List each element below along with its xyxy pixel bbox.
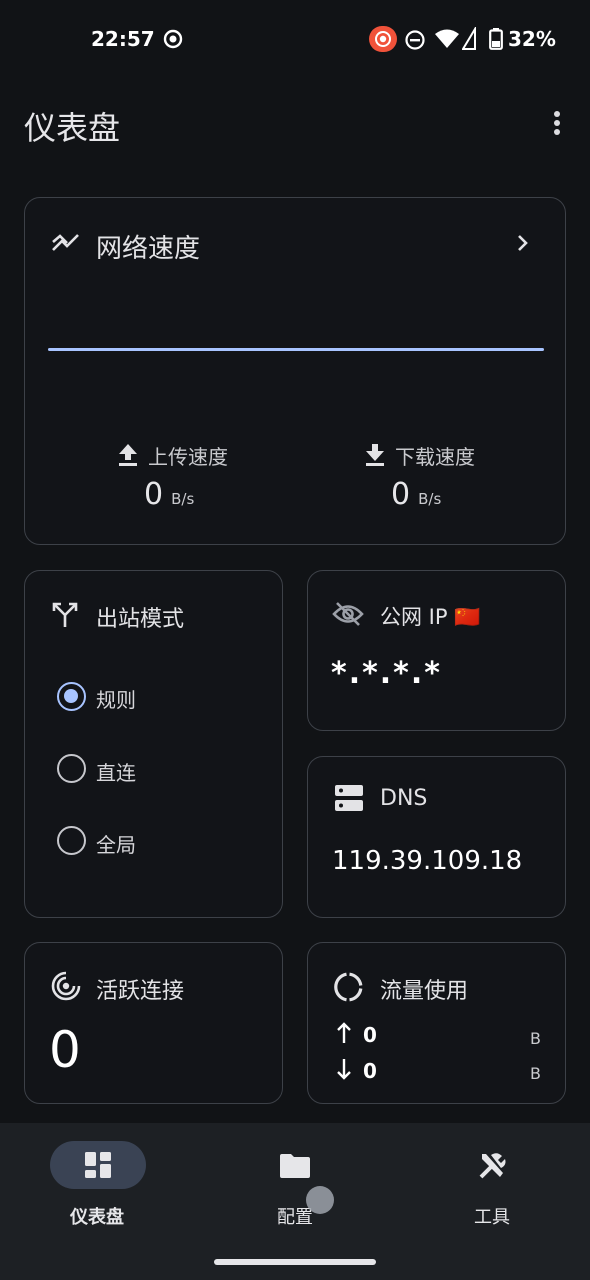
traffic-up-unit: B — [530, 1029, 541, 1048]
speed-chart-line — [48, 348, 544, 351]
nav-item-tools[interactable]: 工具 — [444, 1141, 540, 1241]
radio-direct[interactable] — [57, 754, 86, 783]
outbound-mode-card: 出站模式 规则 直连 全局 — [24, 570, 283, 918]
folder-icon — [280, 1154, 310, 1178]
tools-icon — [479, 1153, 506, 1179]
download-speed-label: 下载速度 — [395, 445, 475, 469]
status-time: 22:57 — [91, 27, 155, 51]
network-speed-title: 网络速度 — [96, 234, 201, 264]
radio-direct-label[interactable]: 直连 — [96, 757, 136, 786]
public-ip-value: *.*.*.* — [331, 656, 442, 691]
network-speed-card[interactable]: 网络速度 上传速度 0 B/s 下载速度 0 B/s — [24, 197, 566, 545]
traffic-title: 流量使用 — [380, 979, 469, 1004]
traffic-up-value: 0 — [363, 1023, 377, 1047]
active-connections-card[interactable]: 活跃连接 0 — [24, 942, 283, 1104]
radio-global[interactable] — [57, 826, 86, 855]
touch-indicator — [306, 1186, 334, 1214]
more-vert-icon[interactable] — [546, 108, 568, 138]
home-indicator[interactable] — [214, 1259, 376, 1265]
notification-circle-icon — [163, 29, 183, 49]
nav-label-dashboard: 仪表盘 — [70, 1207, 124, 1228]
public-ip-card[interactable]: 公网 IP 🇨🇳 *.*.*.* — [307, 570, 566, 731]
fork-icon — [52, 602, 78, 627]
nav-label-tools: 工具 — [474, 1207, 510, 1228]
traffic-down-value: 0 — [363, 1059, 377, 1083]
upload-icon — [119, 444, 137, 466]
signal-icon — [462, 27, 476, 50]
public-ip-title: 公网 IP 🇨🇳 — [380, 605, 481, 629]
radar-icon — [51, 971, 81, 1001]
trending-icon — [52, 234, 79, 251]
radio-rule-label[interactable]: 规则 — [96, 684, 136, 713]
dns-value: 119.39.109.18 — [332, 846, 523, 876]
dnd-icon — [405, 30, 425, 50]
dns-card: DNS 119.39.109.18 — [307, 756, 566, 918]
bottom-navigation: 仪表盘 配置 工具 — [0, 1123, 590, 1280]
active-connections-value: 0 — [49, 1021, 81, 1079]
wifi-icon — [435, 29, 459, 48]
radio-global-label[interactable]: 全局 — [96, 829, 136, 858]
arrow-up-icon — [337, 1022, 351, 1043]
page-title: 仪表盘 — [24, 109, 121, 147]
outbound-mode-title: 出站模式 — [96, 607, 185, 632]
upload-speed-label: 上传速度 — [148, 445, 228, 469]
donut-icon — [334, 972, 363, 1002]
flag-icon: 🇨🇳 — [454, 605, 481, 629]
dns-title: DNS — [380, 786, 428, 811]
dashboard-icon — [85, 1152, 111, 1178]
arrow-down-icon — [337, 1059, 351, 1080]
radio-rule[interactable] — [57, 682, 86, 711]
download-icon — [366, 444, 384, 466]
record-icon — [369, 26, 397, 52]
traffic-card[interactable]: 流量使用 0 B 0 B — [307, 942, 566, 1104]
battery-icon — [489, 28, 503, 50]
nav-item-dashboard[interactable]: 仪表盘 — [50, 1141, 146, 1241]
upload-speed-value: 0 B/s — [144, 477, 195, 512]
dns-server-icon — [335, 785, 363, 811]
visibility-off-icon — [332, 602, 364, 626]
status-bar: 22:57 32% — [0, 0, 590, 78]
chevron-right-icon[interactable] — [515, 233, 531, 253]
download-speed-value: 0 B/s — [391, 477, 442, 512]
active-connections-title: 活跃连接 — [96, 979, 185, 1004]
traffic-down-unit: B — [530, 1064, 541, 1083]
battery-percent: 32% — [508, 27, 556, 51]
